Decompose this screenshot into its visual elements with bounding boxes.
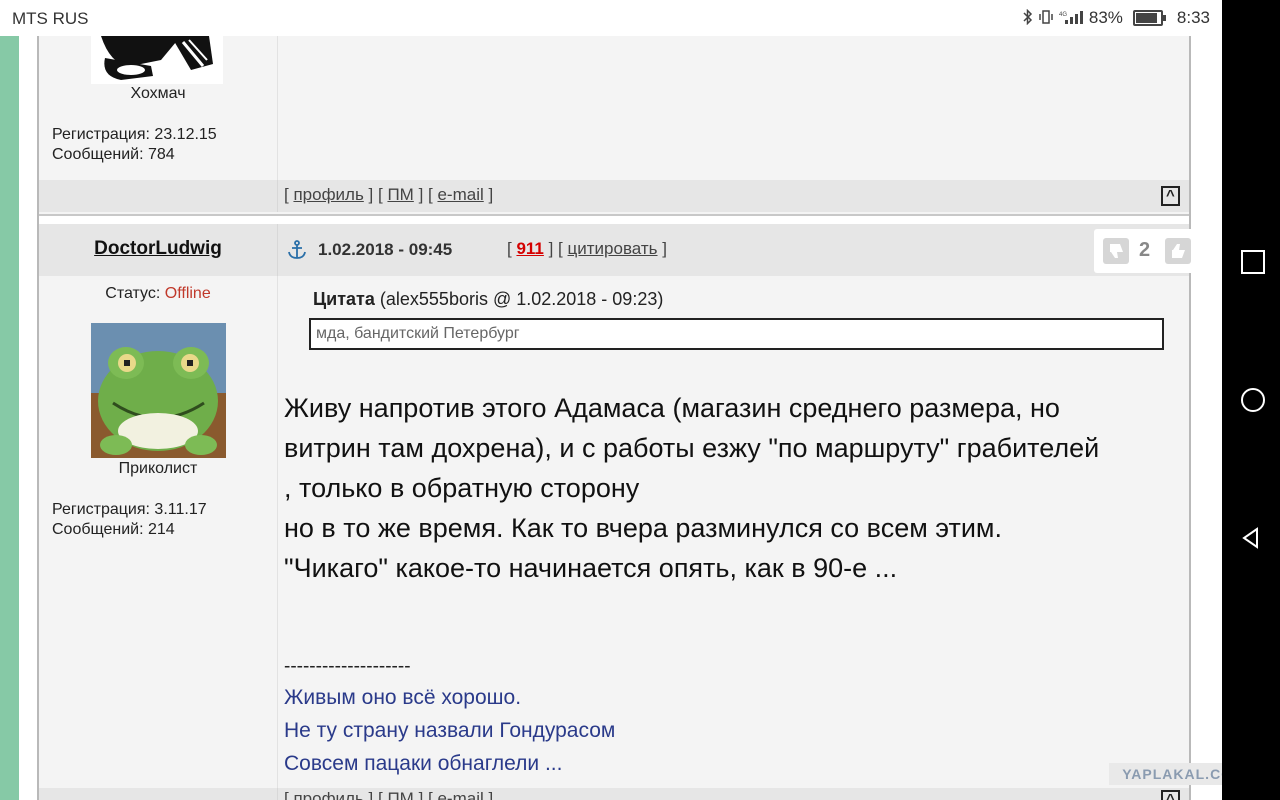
post1-email-link[interactable]: e-mail	[437, 185, 483, 204]
clock: 8:33	[1176, 8, 1210, 27]
post-line: Живу напротив этого Адамаса (магазин сре…	[284, 393, 1060, 423]
accent-stripe	[0, 36, 19, 800]
thumb-down-icon[interactable]	[1103, 238, 1129, 264]
post2-rating: 2	[1094, 229, 1200, 273]
post2-scroll-top-icon[interactable]: ^	[1161, 790, 1180, 800]
signature-line: Совсем пацаки обнаглели ...	[284, 752, 563, 775]
anchor-icon[interactable]	[287, 240, 307, 265]
post2-messages: Сообщений: 214	[52, 521, 175, 538]
status-value: Offline	[164, 285, 211, 302]
quote-header: Цитата (alex555boris @ 1.02.2018 - 09:23…	[313, 289, 663, 310]
post2-email-link[interactable]: e-mail	[437, 789, 483, 800]
post2-text: Живу напротив этого Адамаса (магазин сре…	[284, 388, 1184, 588]
quote-meta: (alex555boris @ 1.02.2018 - 09:23)	[379, 289, 664, 309]
signature-line: Не ту страну назвали Гондурасом	[284, 719, 616, 742]
post1-registration: Регистрация: 23.12.15	[52, 126, 217, 143]
navigation-bar	[1222, 0, 1280, 800]
watermark: YAPLAKAL.COM	[1109, 763, 1222, 785]
forum-page[interactable]: Хохмач Регистрация: 23.12.15 Сообщений: …	[19, 36, 1222, 800]
status-icons: 4G 83% 8:33	[1023, 8, 1210, 28]
back-icon[interactable]	[1239, 526, 1263, 550]
status-label: Статус:	[105, 285, 161, 302]
home-icon[interactable]	[1241, 388, 1265, 412]
post1-scroll-top-icon[interactable]: ^	[1161, 186, 1180, 206]
quote-box: мда, бандитский Петербург	[309, 318, 1164, 350]
thumb-up-icon[interactable]	[1165, 238, 1191, 264]
post1-profile-link[interactable]: профиль	[293, 185, 363, 204]
signal-icon: 4G	[1059, 9, 1083, 28]
post-line: но в то же время. Как то вчера разминулс…	[284, 513, 1002, 543]
svg-text:4G: 4G	[1059, 12, 1067, 18]
post-line: , только в обратную сторону	[284, 473, 640, 503]
post2-profile-link[interactable]: профиль	[293, 789, 363, 800]
post2-author-panel: Статус: Offline Приколист Регистрация: 3…	[39, 276, 278, 788]
post2-pm-link[interactable]: ПМ	[387, 789, 413, 800]
post1-pm-link[interactable]: ПМ	[387, 185, 413, 204]
post2-header: DoctorLudwig 1.02.2018 - 09:45 [ 911 ] […	[39, 224, 1200, 276]
post2-date: 1.02.2018 - 09:45	[318, 240, 453, 259]
post2-status: Статус: Offline	[39, 285, 277, 303]
status-bar: MTS RUS 4G 83% 8:33	[0, 0, 1222, 36]
post-line: витрин там дохрена), и с работы езжу "по…	[284, 433, 1100, 463]
signature-line: Живым оно всё хорошо.	[284, 686, 522, 709]
post1-avatar	[91, 36, 223, 84]
battery-percent: 83%	[1088, 8, 1123, 27]
post2-avatar	[91, 323, 226, 458]
post-frame: Хохмач Регистрация: 23.12.15 Сообщений: …	[37, 36, 1200, 800]
battery-icon	[1132, 10, 1166, 26]
post1-footer: [ профиль ] [ ПМ ] [ e-mail ] ^	[39, 180, 1189, 212]
post1-body	[278, 36, 1186, 180]
rating-value: 2	[1139, 239, 1151, 261]
carrier-name: MTS RUS	[12, 9, 89, 28]
post2-registration: Регистрация: 3.11.17	[52, 501, 207, 518]
post2-number-link[interactable]: 911	[516, 239, 543, 258]
quote-link[interactable]: цитировать	[568, 239, 658, 258]
post1-rank: Хохмач	[130, 85, 186, 102]
post1-links: [ профиль ] [ ПМ ] [ e-mail ]	[284, 185, 494, 204]
post1-author-panel: Хохмач Регистрация: 23.12.15 Сообщений: …	[39, 36, 278, 180]
post2-actions: [ 911 ] [ цитировать ]	[507, 239, 667, 258]
vibrate-icon	[1039, 9, 1053, 28]
post2-links: [ профиль ] [ ПМ ] [ e-mail ]	[284, 789, 493, 800]
post2-username[interactable]: DoctorLudwig	[39, 238, 277, 260]
post2-rank: Приколист	[118, 460, 198, 477]
signature-divider: --------------------	[284, 656, 411, 677]
post-line: "Чикаго" какое-то начинается опять, как …	[284, 553, 898, 583]
quote-title: Цитата	[313, 289, 375, 309]
post1-messages: Сообщений: 784	[52, 146, 175, 163]
recent-apps-icon[interactable]	[1241, 250, 1265, 274]
bluetooth-icon	[1023, 8, 1033, 28]
post2-footer: [ профиль ] [ ПМ ] [ e-mail ] ^	[39, 788, 1189, 800]
